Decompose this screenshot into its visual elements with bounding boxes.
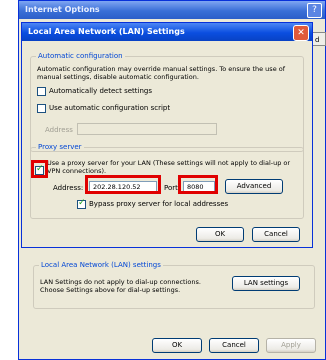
lan-settings-button[interactable]: LAN settings <box>232 276 300 291</box>
proxy-address-highlight <box>85 175 161 194</box>
proxy-server-group: Proxy server Use a proxy server for your… <box>30 143 304 219</box>
dialog-title: Local Area Network (LAN) Settings <box>22 23 312 41</box>
lan-settings-dialog: Local Area Network (LAN) Settings ✕ Auto… <box>21 22 313 248</box>
outer-apply-button[interactable]: Apply <box>266 338 316 353</box>
advanced-button[interactable]: Advanced <box>225 179 283 194</box>
auto-detect-checkbox[interactable] <box>37 87 46 96</box>
auto-script-checkbox[interactable] <box>37 104 46 113</box>
side-tab: d <box>312 32 326 46</box>
lan-settings-description: LAN Settings do not apply to dial-up con… <box>40 278 201 294</box>
auto-config-group: Automatic configuration Automatic config… <box>30 52 304 152</box>
internet-options-title: Internet Options <box>19 1 325 19</box>
auto-address-field[interactable] <box>77 123 217 135</box>
bypass-local-checkbox[interactable] <box>77 198 86 209</box>
proxy-server-legend: Proxy server <box>36 143 84 151</box>
outer-cancel-button[interactable]: Cancel <box>209 338 259 353</box>
auto-address-label: Address <box>45 126 73 134</box>
auto-config-description: Automatic configuration may override man… <box>37 65 286 81</box>
proxy-address-label: Address: <box>53 184 84 192</box>
dialog-cancel-button[interactable]: Cancel <box>252 227 300 242</box>
proxy-port-highlight <box>178 175 218 194</box>
auto-config-legend: Automatic configuration <box>36 52 125 60</box>
lan-settings-group: Local Area Network (LAN) settings LAN Se… <box>33 261 315 309</box>
help-icon[interactable]: ? <box>307 3 322 18</box>
auto-script-label: Use automatic configuration script <box>49 104 171 112</box>
auto-detect-label: Automatically detect settings <box>49 87 152 95</box>
use-proxy-highlight <box>31 160 48 178</box>
dialog-ok-button[interactable]: OK <box>196 227 244 242</box>
close-icon[interactable]: ✕ <box>293 25 309 41</box>
outer-ok-button[interactable]: OK <box>152 338 202 353</box>
use-proxy-label: Use a proxy server for your LAN (These s… <box>47 159 291 175</box>
lan-settings-legend: Local Area Network (LAN) settings <box>39 261 163 269</box>
bypass-local-label: Bypass proxy server for local addresses <box>89 200 229 208</box>
